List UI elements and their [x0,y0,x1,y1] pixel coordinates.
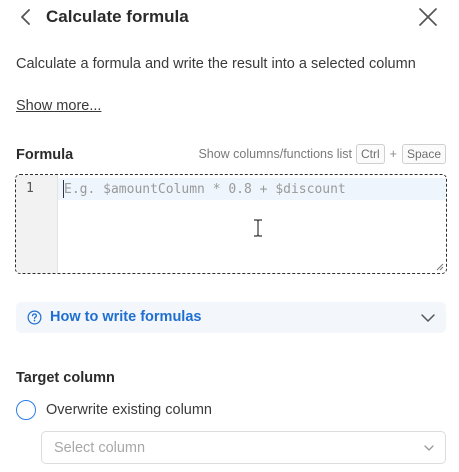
formula-label: Formula [16,147,74,163]
overwrite-existing-option[interactable]: Overwrite existing column [16,399,212,421]
back-button[interactable] [14,6,38,28]
select-column-placeholder: Select column [54,440,146,456]
chevron-down-icon [424,445,434,451]
page-title: Calculate formula [46,7,189,26]
text-caret [63,180,64,198]
description-text: Calculate a formula and write the result… [16,56,416,72]
overwrite-radio-label: Overwrite existing column [46,402,212,418]
target-column-label: Target column [16,370,115,386]
chevron-left-icon [21,9,30,25]
chevron-down-icon [421,314,435,322]
how-to-write-formulas-accordion[interactable]: How to write formulas [16,302,446,333]
ibeam-cursor-icon [254,219,262,237]
plus-sign: + [389,147,397,161]
line-gutter: 1 [16,175,58,273]
show-more-link[interactable]: Show more... [16,97,101,115]
line-number: 1 [26,181,34,196]
space-key: Space [401,144,446,164]
how-to-write-formulas-label: How to write formulas [50,309,202,325]
formula-editor[interactable]: 1 E.g. $amountColumn * 0.8 + $discount [15,174,447,274]
hint-text: Show columns/functions list [198,147,352,161]
formula-placeholder: E.g. $amountColumn * 0.8 + $discount [64,182,346,197]
select-column-dropdown[interactable]: Select column [41,431,446,464]
shortcut-hint: Show columns/functions list Ctrl + Space [198,143,446,165]
ctrl-key: Ctrl [355,144,385,164]
close-icon [419,8,437,26]
panel-header: Calculate formula [0,0,459,34]
resize-handle-icon[interactable] [436,263,444,271]
overwrite-radio[interactable] [16,400,36,420]
question-circle-icon [27,310,42,325]
close-button[interactable] [414,4,442,30]
